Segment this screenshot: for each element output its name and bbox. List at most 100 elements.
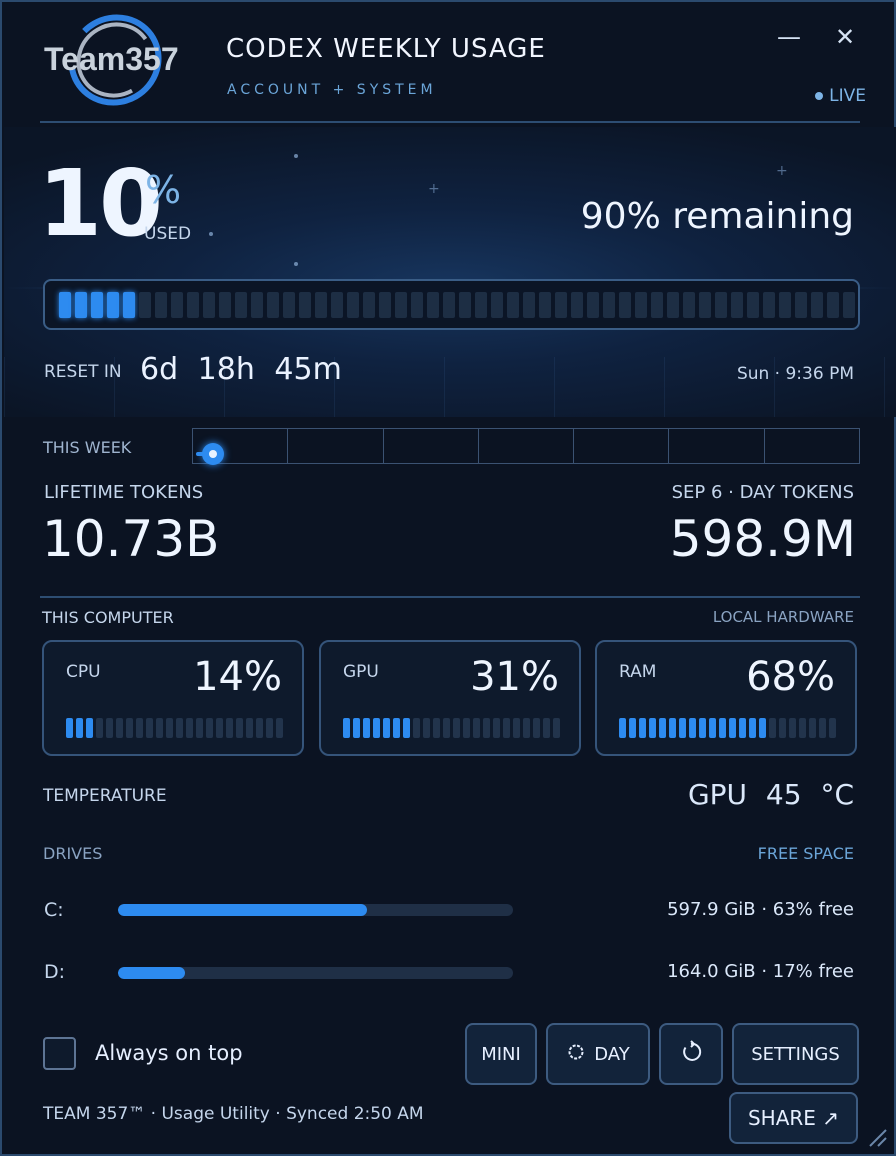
usage-segment: [539, 291, 551, 318]
meter-segment: [156, 718, 163, 738]
usage-segment: [523, 291, 535, 318]
usage-segment: [667, 291, 679, 318]
meter-segment: [276, 718, 283, 738]
meter-segment: [206, 718, 213, 738]
cpu-label: CPU: [66, 662, 101, 682]
meter-segment: [403, 718, 410, 738]
sun-icon: [566, 1042, 586, 1067]
mini-button[interactable]: MINI: [465, 1023, 537, 1085]
usage-segment: [155, 291, 167, 318]
live-label: LIVE: [829, 86, 866, 106]
usage-segment: [795, 291, 807, 318]
meter-segment: [76, 718, 83, 738]
app-window: + + Team357 CODEX WEEKLY USAGE ACCOUNT +…: [0, 0, 896, 1156]
usage-segment: [251, 291, 263, 318]
meter-segment: [106, 718, 113, 738]
meter-segment: [629, 718, 636, 738]
meter-segment: [619, 718, 626, 738]
meter-segment: [453, 718, 460, 738]
meter-segment: [819, 718, 826, 738]
gpu-value: 31%: [470, 654, 559, 700]
temperature-label: TEMPERATURE: [43, 786, 167, 806]
ram-value: 68%: [746, 654, 835, 700]
mini-button-label: MINI: [481, 1043, 521, 1065]
drive-c-info: 597.9 GiB · 63% free: [667, 899, 854, 920]
meter-segment: [196, 718, 203, 738]
share-button[interactable]: SHARE ↗: [729, 1092, 858, 1144]
share-button-label: SHARE ↗: [747, 1106, 840, 1130]
meter-segment: [669, 718, 676, 738]
always-on-top-checkbox[interactable]: [43, 1037, 76, 1070]
meter-segment: [799, 718, 806, 738]
usage-progress-bar: [43, 279, 860, 330]
drive-c-fill: [118, 904, 367, 916]
meter-segment: [373, 718, 380, 738]
usage-segment: [443, 291, 455, 318]
usage-segment: [347, 291, 359, 318]
reset-countdown: 6d 18h 45m: [140, 352, 342, 387]
meter-segment: [699, 718, 706, 738]
meter-segment: [523, 718, 530, 738]
meter-segment: [96, 718, 103, 738]
this-computer-label: THIS COMPUTER: [42, 608, 174, 627]
meter-segment: [719, 718, 726, 738]
meter-segment: [423, 718, 430, 738]
usage-segment: [363, 291, 375, 318]
always-on-top-label[interactable]: Always on top: [95, 1041, 243, 1065]
usage-segment: [715, 291, 727, 318]
week-day-cell: [384, 429, 479, 463]
meter-segment: [659, 718, 666, 738]
meter-segment: [86, 718, 93, 738]
remaining-text: 90% remaining: [580, 196, 854, 237]
meter-segment: [649, 718, 656, 738]
reset-label: RESET IN: [44, 362, 122, 382]
meter-segment: [343, 718, 350, 738]
usage-segment: [219, 291, 231, 318]
meter-segment: [729, 718, 736, 738]
usage-segment: [779, 291, 791, 318]
minimize-button[interactable]: —: [774, 22, 804, 52]
usage-segment: [315, 291, 327, 318]
usage-segment: [571, 291, 583, 318]
usage-segment: [827, 291, 839, 318]
meter-segment: [533, 718, 540, 738]
meter-segment: [463, 718, 470, 738]
meter-segment: [353, 718, 360, 738]
meter-segment: [383, 718, 390, 738]
usage-segment: [555, 291, 567, 318]
meter-segment: [503, 718, 510, 738]
meter-segment: [779, 718, 786, 738]
day-tokens-value: 598.9M: [669, 510, 856, 568]
gpu-card: GPU 31%: [319, 640, 581, 756]
meter-segment: [639, 718, 646, 738]
usage-segment: [603, 291, 615, 318]
meter-segment: [829, 718, 836, 738]
usage-segment: [59, 291, 71, 318]
usage-segment: [427, 291, 439, 318]
ram-label: RAM: [619, 662, 657, 682]
drive-c-bar: [118, 904, 513, 916]
used-percent-value: 10: [38, 150, 163, 257]
usage-segment: [843, 291, 855, 318]
usage-segment: [203, 291, 215, 318]
live-dot-icon: [815, 92, 824, 100]
usage-segment: [139, 291, 151, 318]
usage-segment: [731, 291, 743, 318]
lifetime-tokens-value: 10.73B: [42, 510, 220, 568]
close-button[interactable]: ✕: [830, 22, 860, 52]
local-hardware-label: LOCAL HARDWARE: [712, 608, 854, 626]
meter-segment: [739, 718, 746, 738]
meter-segment: [186, 718, 193, 738]
week-day-cell: [574, 429, 670, 463]
drive-d-bar: [118, 967, 513, 979]
app-title: CODEX WEEKLY USAGE: [226, 34, 546, 64]
day-button[interactable]: DAY: [546, 1023, 650, 1085]
meter-segment: [226, 718, 233, 738]
resize-grip-icon[interactable]: [866, 1126, 888, 1148]
meter-segment: [769, 718, 776, 738]
settings-button[interactable]: SETTINGS: [732, 1023, 859, 1085]
refresh-button[interactable]: [659, 1023, 723, 1085]
usage-segment: [747, 291, 759, 318]
usage-segment: [75, 291, 87, 318]
usage-segment: [107, 291, 119, 318]
